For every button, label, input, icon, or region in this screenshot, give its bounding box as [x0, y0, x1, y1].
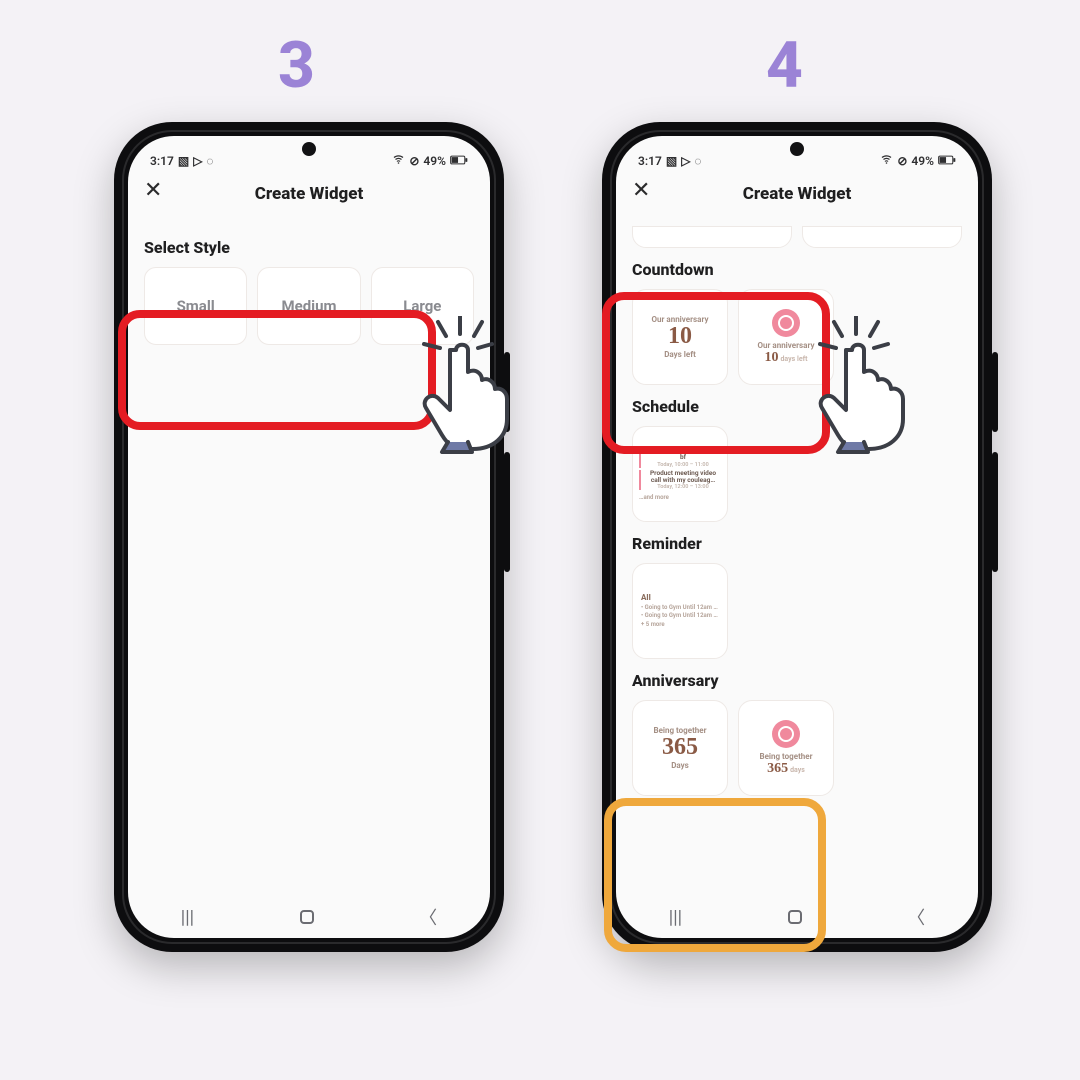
- style-large[interactable]: Large: [371, 267, 474, 345]
- nav-bar: ||| 〈: [128, 896, 490, 938]
- nav-recents-icon[interactable]: |||: [181, 907, 194, 928]
- prev-row-peek: [632, 226, 792, 248]
- countdown-card-badge[interactable]: Our anniversary 10days left: [738, 289, 834, 385]
- section-select-style: Select Style: [144, 238, 474, 257]
- schedule-cards: Going to restaurant w/ my bf Today, 10:0…: [632, 426, 962, 522]
- battery-icon: [938, 154, 956, 168]
- close-icon[interactable]: ✕: [144, 180, 162, 202]
- style-medium[interactable]: Medium: [257, 267, 360, 345]
- phone-side-button: [504, 452, 510, 572]
- countdown-card-text[interactable]: Our anniversary 10 Days left: [632, 289, 728, 385]
- phone-frame-4: 3:17 ▧ ▷ ◌ ⊘ 49% ✕ Create Widget: [602, 122, 992, 952]
- reminder-heading: All: [641, 593, 651, 602]
- sync-icon: ◌: [206, 154, 213, 168]
- content-area[interactable]: Countdown Our anniversary 10 Days left O…: [616, 218, 978, 896]
- status-time: 3:17: [638, 154, 662, 168]
- nav-bar: ||| 〈: [616, 896, 978, 938]
- status-battery-text: 49%: [911, 154, 934, 168]
- phone-screen: 3:17 ▧ ▷ ◌ ⊘ 49% ✕ Create Widget: [616, 136, 978, 938]
- sync-icon: ◌: [694, 154, 701, 168]
- nav-back-icon[interactable]: 〈: [419, 904, 437, 930]
- reminder-cards: All Going to Gym Until 12am … Going to G…: [632, 563, 962, 659]
- wifi-icon: [880, 153, 893, 168]
- camera-cutout: [302, 142, 316, 156]
- nav-home-icon[interactable]: [788, 910, 802, 924]
- schedule-card[interactable]: Going to restaurant w/ my bf Today, 10:0…: [632, 426, 728, 522]
- battery-icon: [450, 154, 468, 168]
- play-icon: ▷: [681, 154, 690, 168]
- gallery-icon: ▧: [666, 154, 677, 168]
- content-area: Select Style Small Medium Large: [128, 218, 490, 896]
- phone-side-button: [992, 452, 998, 572]
- anniversary-card-text[interactable]: Being together 365 Days: [632, 700, 728, 796]
- card-number: 365: [662, 735, 698, 760]
- card-footer: Days left: [664, 350, 696, 359]
- phone-frame-3: 3:17 ▧ ▷ ◌ ⊘ 49% ✕ Create Widget Select …: [114, 122, 504, 952]
- reminder-line: Going to Gym Until 12am …: [641, 604, 718, 612]
- close-icon[interactable]: ✕: [632, 180, 650, 202]
- card-value-row: 365days: [767, 761, 805, 777]
- section-anniversary: Anniversary: [632, 671, 962, 690]
- badge-icon: [772, 309, 800, 337]
- card-value-row: 10days left: [764, 350, 807, 366]
- badge-icon: [772, 720, 800, 748]
- phone-side-button: [992, 352, 998, 432]
- app-bar: ✕ Create Widget: [616, 170, 978, 218]
- status-battery-text: 49%: [423, 154, 446, 168]
- camera-cutout: [790, 142, 804, 156]
- gallery-icon: ▧: [178, 154, 189, 168]
- wifi-icon: [392, 153, 405, 168]
- schedule-event: Product meeting video call with my coule…: [639, 470, 721, 490]
- countdown-cards: Our anniversary 10 Days left Our anniver…: [632, 289, 962, 385]
- anniversary-card-badge[interactable]: Being together 365days: [738, 700, 834, 796]
- app-bar: ✕ Create Widget: [128, 170, 490, 218]
- card-footer: Days: [671, 761, 689, 770]
- schedule-more: …and more: [639, 494, 669, 501]
- phone-screen: 3:17 ▧ ▷ ◌ ⊘ 49% ✕ Create Widget Select …: [128, 136, 490, 938]
- nav-back-icon[interactable]: 〈: [907, 904, 925, 930]
- prev-row-peek: [802, 226, 962, 248]
- nav-home-icon[interactable]: [300, 910, 314, 924]
- reminder-line: Going to Gym Until 12am …: [641, 612, 718, 620]
- anniversary-cards: Being together 365 Days Being together 3…: [632, 700, 962, 796]
- play-icon: ▷: [193, 154, 202, 168]
- no-signal-icon: ⊘: [409, 154, 419, 168]
- app-title: Create Widget: [255, 184, 364, 204]
- section-countdown: Countdown: [632, 260, 962, 279]
- style-tiles: Small Medium Large: [144, 267, 474, 345]
- section-reminder: Reminder: [632, 534, 962, 553]
- card-subtitle: Our anniversary: [758, 341, 815, 350]
- no-signal-icon: ⊘: [897, 154, 907, 168]
- schedule-event: Going to restaurant w/ my bf Today, 10:0…: [639, 447, 721, 467]
- status-time: 3:17: [150, 154, 174, 168]
- step-number-3: 3: [278, 28, 315, 103]
- step-number-4: 4: [766, 28, 803, 103]
- nav-recents-icon[interactable]: |||: [669, 907, 682, 928]
- card-subtitle: Being together: [759, 752, 812, 761]
- reminder-card[interactable]: All Going to Gym Until 12am … Going to G…: [632, 563, 728, 659]
- card-number: 10: [668, 324, 692, 349]
- style-small[interactable]: Small: [144, 267, 247, 345]
- app-title: Create Widget: [743, 184, 852, 204]
- reminder-more: + 5 more: [641, 621, 665, 629]
- phone-side-button: [504, 352, 510, 432]
- section-schedule: Schedule: [632, 397, 962, 416]
